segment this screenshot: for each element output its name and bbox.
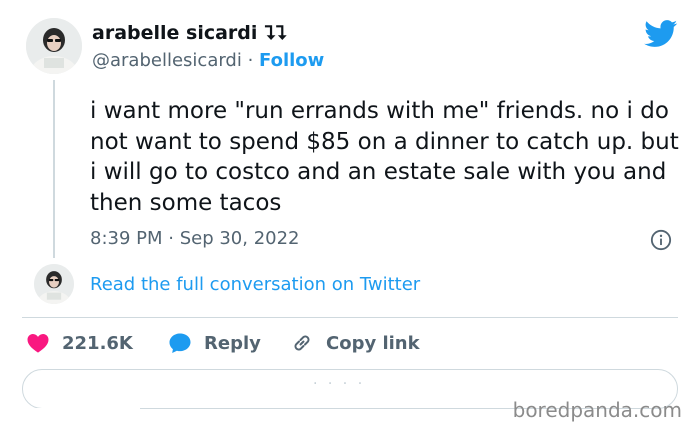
author-handle-line: @arabellesicardi · Follow <box>92 50 324 71</box>
copy-link-label: Copy link <box>326 332 420 354</box>
watermark-strip <box>0 408 140 431</box>
author-name[interactable]: arabelle sicardi ⮧⮧ <box>92 22 286 44</box>
follow-button[interactable]: Follow <box>259 50 324 71</box>
author-name-emoji: ⮧⮧ <box>264 22 287 44</box>
author-name-text: arabelle sicardi <box>92 22 258 44</box>
copy-link-button[interactable]: Copy link <box>290 330 420 356</box>
link-icon <box>294 335 310 351</box>
handle-separator: · <box>241 50 260 71</box>
author-handle[interactable]: @arabellesicardi <box>92 50 242 71</box>
like-count: 221.6K <box>62 332 133 354</box>
reply-label: Reply <box>204 332 261 354</box>
reply-box-text: · · · · <box>313 376 366 392</box>
author-avatar[interactable] <box>26 18 82 74</box>
twitter-bird-icon[interactable] <box>644 20 678 48</box>
tweet-text: i want more "run errands with me" friend… <box>90 98 679 216</box>
speech-bubble-icon <box>169 333 191 353</box>
reply-button[interactable]: Reply <box>168 330 261 356</box>
like-button[interactable]: 221.6K <box>26 330 133 356</box>
embedded-tweet-card: arabelle sicardi ⮧⮧ @arabellesicardi · F… <box>0 0 700 431</box>
conversation-avatar[interactable] <box>34 264 74 304</box>
divider <box>22 317 678 318</box>
info-icon[interactable] <box>650 229 672 251</box>
author-avatar-image <box>26 18 82 74</box>
read-full-conversation-link[interactable]: Read the full conversation on Twitter <box>90 274 420 295</box>
tweet-timestamp[interactable]: 8:39 PM · Sep 30, 2022 <box>90 228 300 249</box>
watermark: boredpanda.com <box>512 398 682 422</box>
thread-line <box>53 80 55 258</box>
heart-icon <box>27 334 49 353</box>
conversation-avatar-image <box>34 264 74 304</box>
